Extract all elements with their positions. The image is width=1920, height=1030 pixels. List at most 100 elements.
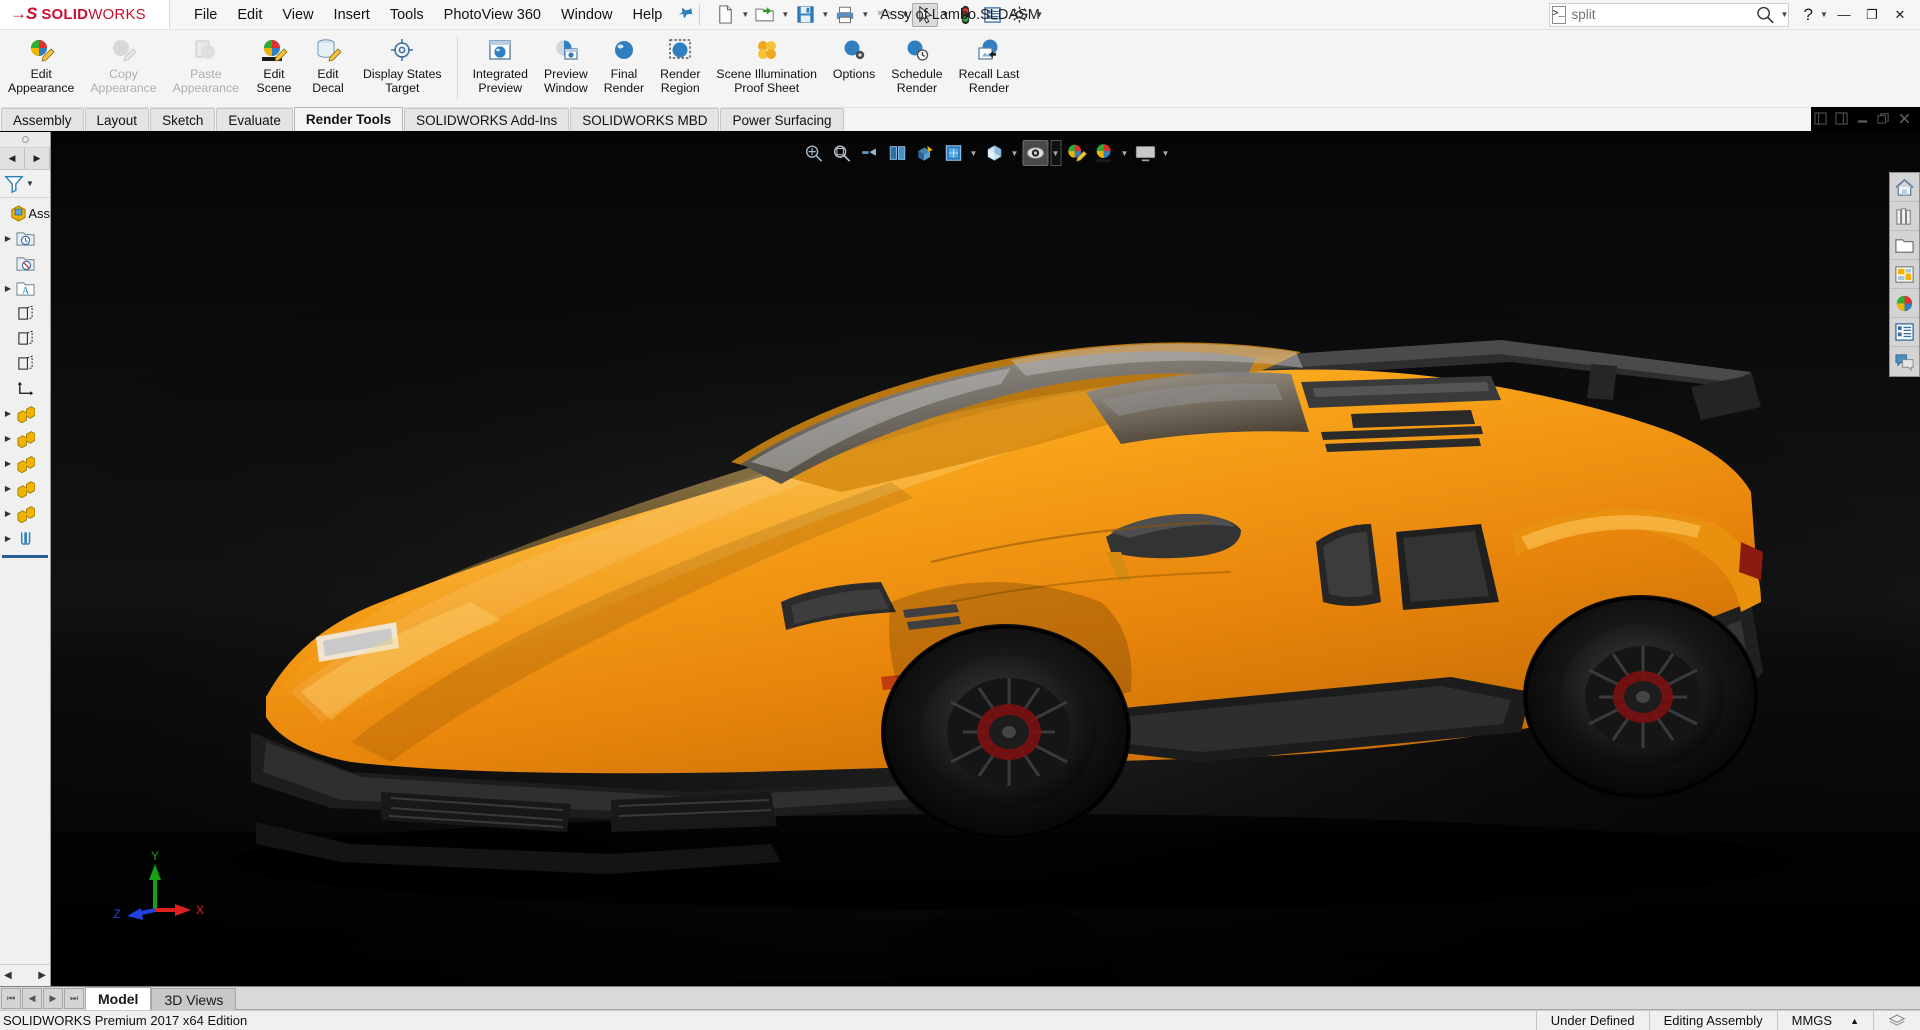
new-document-button[interactable] [712, 3, 738, 27]
appearances-scenes-button[interactable] [1890, 289, 1919, 318]
save-button[interactable] [792, 3, 818, 27]
new-document-caret[interactable]: ▼ [739, 3, 751, 27]
select-caret[interactable]: ▼ [939, 3, 951, 27]
tree-prev-button[interactable]: ◀ [0, 148, 25, 169]
minimize-window-button[interactable]: — [1830, 2, 1858, 28]
view-settings-caret[interactable]: ▼ [1160, 140, 1171, 166]
scroll-left-icon[interactable]: ◀ [4, 970, 12, 981]
tab-model[interactable]: Model [85, 987, 152, 1010]
tree-item-history[interactable]: ▶ [0, 226, 50, 251]
copy-appearance-button[interactable]: Copy Appearance [82, 33, 164, 96]
filter-caret[interactable]: ▼ [26, 179, 34, 188]
scene-hud-caret[interactable]: ▼ [1119, 140, 1130, 166]
restore-icon[interactable] [1874, 109, 1892, 127]
menu-help[interactable]: Help [623, 3, 673, 27]
previous-view-button[interactable] [856, 140, 882, 166]
tab-sketch[interactable]: Sketch [150, 108, 216, 131]
first-sheet-button[interactable]: ⏮ [1, 988, 21, 1009]
hide-show-caret[interactable]: ▼ [1009, 140, 1020, 166]
options-caret[interactable]: ▼ [1033, 3, 1045, 27]
final-render-button[interactable]: Final Render [596, 33, 652, 96]
status-units[interactable]: MMGS ▲ [1776, 1010, 1873, 1030]
last-sheet-button[interactable]: ⏭ [64, 988, 84, 1009]
graphics-viewport[interactable]: ▼ ▼ ▼ ▼ ▼ Y X Z [51, 132, 1920, 986]
tab-power-surfacing[interactable]: Power Surfacing [720, 108, 844, 131]
paste-appearance-button[interactable]: Paste Appearance [165, 33, 247, 96]
menu-file[interactable]: File [184, 3, 227, 27]
edit-scene-button[interactable]: Edit Scene [247, 33, 301, 96]
display-states-target-button[interactable]: Display States Target [355, 33, 450, 96]
apply-scene-button[interactable] [1063, 140, 1089, 166]
restore-window-button[interactable]: ❐ [1858, 2, 1886, 28]
tab-solidworks-mbd[interactable]: SOLIDWORKS MBD [570, 108, 720, 131]
tab-layout[interactable]: Layout [84, 108, 150, 131]
tree-expander[interactable]: ▶ [2, 284, 14, 293]
print-button[interactable] [832, 3, 858, 27]
section-view-button[interactable] [884, 140, 910, 166]
status-units-caret[interactable]: ▲ [1850, 1016, 1859, 1026]
menu-tools[interactable]: Tools [380, 3, 434, 27]
pushpin-icon[interactable] [674, 2, 697, 26]
menu-photoview-360[interactable]: PhotoView 360 [434, 3, 551, 27]
tree-item-mates[interactable]: ▶ [0, 526, 50, 551]
file-explorer-button[interactable] [1890, 231, 1919, 260]
search-icon[interactable] [1755, 4, 1775, 26]
zoom-to-area-button[interactable] [828, 140, 854, 166]
tree-item-plane-top[interactable] [0, 326, 50, 351]
tree-item-component-1[interactable]: ▶ [0, 401, 50, 426]
solidworks-forum-button[interactable] [1890, 347, 1919, 376]
hide-show-items-button[interactable] [981, 140, 1007, 166]
options-ribbon-button[interactable]: Options [825, 33, 883, 83]
tree-item-component-5[interactable]: ▶ [0, 501, 50, 526]
edit-appearance-hud-button[interactable] [1022, 140, 1048, 166]
tree-item-plane-front[interactable] [0, 301, 50, 326]
menu-view[interactable]: View [272, 3, 323, 27]
undo-button[interactable] [872, 3, 898, 27]
view-palette-button[interactable] [1890, 260, 1919, 289]
preview-window-button[interactable]: Preview Window [536, 33, 596, 96]
design-library-button[interactable] [1890, 202, 1919, 231]
display-style-button[interactable] [940, 140, 966, 166]
search-caret[interactable]: ▼ [1781, 3, 1789, 27]
open-document-button[interactable] [752, 3, 778, 27]
open-document-caret[interactable]: ▼ [779, 3, 791, 27]
split-horizontal-icon[interactable] [1832, 109, 1850, 127]
render-region-button[interactable]: Render Region [652, 33, 708, 96]
help-caret[interactable]: ▼ [1818, 3, 1830, 27]
tree-expander[interactable]: ▶ [2, 534, 14, 543]
undo-caret[interactable]: ▼ [899, 3, 911, 27]
tree-item-sensors[interactable] [0, 251, 50, 276]
tree-item-component-2[interactable]: ▶ [0, 426, 50, 451]
tree-expander[interactable]: ▶ [2, 484, 14, 493]
scroll-right-icon[interactable]: ▶ [38, 970, 46, 981]
print-caret[interactable]: ▼ [859, 3, 871, 27]
minimize-icon[interactable] [1853, 109, 1871, 127]
tree-item-origin[interactable] [0, 376, 50, 401]
tree-expander[interactable]: ▶ [2, 409, 14, 418]
edit-decal-button[interactable]: Edit Decal [301, 33, 355, 96]
rebuild-button[interactable] [952, 3, 978, 27]
tab-solidworks-add-ins[interactable]: SOLIDWORKS Add-Ins [404, 108, 570, 131]
split-vertical-icon[interactable] [1811, 109, 1829, 127]
tree-item-component-3[interactable]: ▶ [0, 451, 50, 476]
feature-tree-filter[interactable]: ▼ [0, 170, 50, 198]
display-style-caret[interactable]: ▼ [968, 140, 979, 166]
tree-expander[interactable]: ▶ [2, 459, 14, 468]
recall-last-render-button[interactable]: Recall Last Render [951, 33, 1028, 96]
tree-item-plane-right[interactable] [0, 351, 50, 376]
tree-item-component-4[interactable]: ▶ [0, 476, 50, 501]
close-icon[interactable] [1895, 109, 1913, 127]
menu-insert[interactable]: Insert [324, 3, 380, 27]
custom-properties-button[interactable] [1890, 318, 1919, 347]
tree-expander[interactable]: ▶ [2, 234, 14, 243]
tree-next-button[interactable]: ▶ [25, 148, 50, 169]
close-window-button[interactable]: ✕ [1886, 2, 1914, 28]
menu-edit[interactable]: Edit [227, 3, 272, 27]
feature-tree-tab-icon[interactable] [21, 136, 29, 143]
zoom-to-fit-button[interactable] [800, 140, 826, 166]
scene-hud-button[interactable] [1091, 140, 1117, 166]
view-settings-button[interactable] [1132, 140, 1158, 166]
integrated-preview-button[interactable]: Integrated Preview [465, 33, 536, 96]
view-orientation-button[interactable] [912, 140, 938, 166]
select-button[interactable] [912, 2, 939, 27]
